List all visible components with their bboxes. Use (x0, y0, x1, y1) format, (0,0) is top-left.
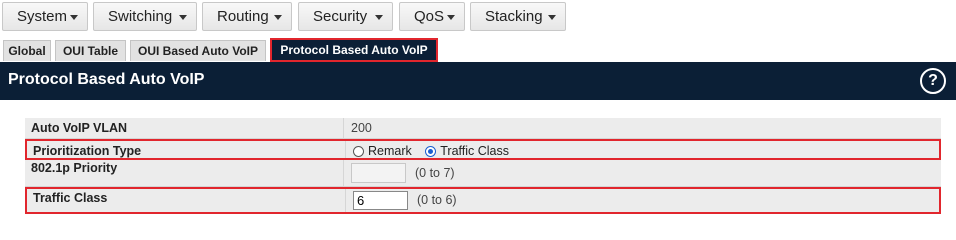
menu-qos-label: QoS (414, 8, 445, 25)
radio-traffic-class-label: Traffic Class (440, 144, 510, 158)
tab-protocol-based-auto-voip[interactable]: Protocol Based Auto VoIP (270, 38, 438, 62)
menu-qos[interactable]: QoS (399, 2, 465, 31)
menu-stacking[interactable]: Stacking (470, 2, 566, 31)
chevron-down-icon (274, 15, 282, 20)
menu-routing[interactable]: Routing (202, 2, 292, 31)
page-header: Protocol Based Auto VoIP ? (0, 62, 956, 100)
auto-voip-vlan-value: 200 (351, 121, 372, 135)
column-divider (345, 189, 346, 212)
radio-remark[interactable]: Remark (353, 144, 415, 158)
chevron-down-icon (548, 15, 556, 20)
chevron-down-icon (375, 15, 383, 20)
row-8021p-priority: 802.1p Priority (0 to 7) (25, 160, 941, 187)
traffic-class-range: (0 to 6) (417, 193, 457, 207)
menu-switching[interactable]: Switching (93, 2, 197, 31)
menu-stacking-label: Stacking (485, 8, 543, 25)
column-divider (343, 160, 344, 186)
menu-system-label: System (17, 8, 68, 25)
traffic-class-label: Traffic Class (33, 191, 108, 205)
help-icon[interactable]: ? (920, 68, 946, 94)
prioritization-options: Remark Traffic Class (353, 144, 509, 158)
dot1p-priority-input[interactable] (351, 163, 406, 183)
tab-bar: Global OUI Table OUI Based Auto VoIP Pro… (0, 38, 956, 63)
row-prioritization-type: Prioritization Type Remark Traffic Class (25, 139, 941, 160)
auto-voip-vlan-label: Auto VoIP VLAN (31, 121, 128, 135)
menu-security[interactable]: Security (298, 2, 393, 31)
column-divider (345, 141, 346, 158)
dot1p-priority-label: 802.1p Priority (31, 161, 118, 175)
chevron-down-icon (447, 15, 455, 20)
settings-form: Auto VoIP VLAN 200 Prioritization Type R… (25, 118, 941, 214)
column-divider (343, 118, 344, 138)
prioritization-type-label: Prioritization Type (33, 144, 142, 158)
radio-traffic-class[interactable]: Traffic Class (425, 144, 509, 158)
traffic-class-input[interactable]: 6 (353, 191, 408, 210)
row-traffic-class: Traffic Class 6 (0 to 6) (25, 187, 941, 214)
radio-selected-icon (425, 146, 437, 157)
row-auto-voip-vlan: Auto VoIP VLAN 200 (25, 118, 941, 139)
chevron-down-icon (179, 15, 187, 20)
menu-system[interactable]: System (2, 2, 88, 31)
radio-circle-icon (353, 146, 364, 157)
tab-global[interactable]: Global (3, 40, 51, 61)
menu-routing-label: Routing (217, 8, 269, 25)
chevron-down-icon (70, 15, 78, 20)
top-menu: System Switching Routing Security QoS St… (0, 0, 956, 34)
menu-switching-label: Switching (108, 8, 173, 25)
dot1p-priority-range: (0 to 7) (415, 166, 455, 180)
tab-oui-table[interactable]: OUI Table (55, 40, 126, 61)
page-title: Protocol Based Auto VoIP (8, 71, 205, 88)
radio-remark-label: Remark (368, 144, 412, 158)
menu-security-label: Security (313, 8, 368, 25)
tab-oui-based-auto-voip[interactable]: OUI Based Auto VoIP (130, 40, 266, 61)
